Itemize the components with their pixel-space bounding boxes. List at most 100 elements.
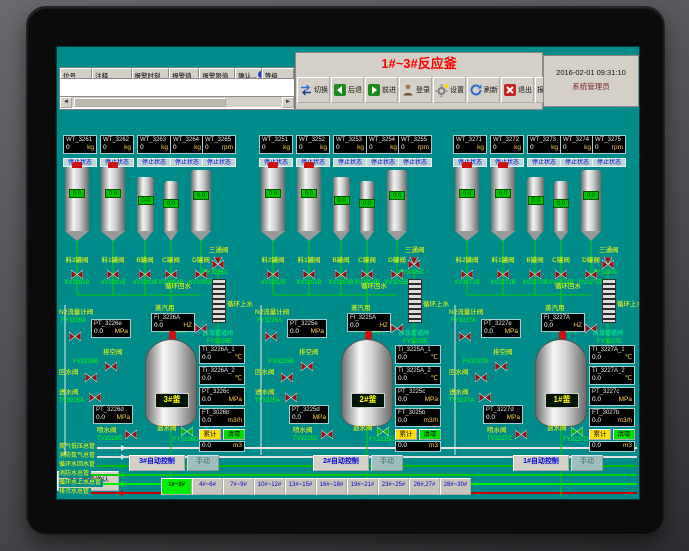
agitator-box: FI_3225A0.0HZ [347,313,391,332]
feed-valve-2[interactable] [139,267,151,279]
vent-valve[interactable] [495,359,507,371]
spray-valve[interactable] [321,427,333,439]
feed-valve-3[interactable] [165,267,177,279]
datetime-text: 2016-02-01 09:31:10 [544,68,638,77]
outlet-valve[interactable] [571,424,583,436]
nav-button-9[interactable]: 28#~30# [440,478,471,495]
feeder-weight-box-4-value: 0 [401,144,405,152]
back-button[interactable]: 后退 [331,77,364,103]
scrollbar-thumb[interactable] [74,98,226,107]
nav-button-7[interactable]: 23#~25# [378,478,409,495]
vent-valve[interactable] [301,359,313,371]
forward-button[interactable]: 前进 [365,77,398,103]
alarm-column-1[interactable]: 注释 [92,68,131,79]
three-way-valve[interactable] [212,257,224,269]
clear-button[interactable]: 清零 [419,429,441,440]
totalizer-button[interactable]: 累计 [589,429,611,440]
tank-cap [498,162,508,168]
totalizer-button[interactable]: 累计 [395,429,417,440]
feed-valve-1[interactable] [107,267,119,279]
return-valve[interactable] [281,370,293,382]
inlet-valve[interactable] [479,390,491,402]
agitator-box-tag: FI_3225A [348,314,390,322]
feeder-weight-box-2-value-row: 0kg [334,144,366,153]
vent-valve[interactable] [105,359,117,371]
n2-flow-valve[interactable] [265,329,277,341]
feeder-weight-box-0-unit: kg [477,144,484,152]
alarm-column-0[interactable]: 位号 [60,68,92,79]
alarm-column-4[interactable]: 报警限值 [199,68,235,79]
outlet-valve[interactable] [181,424,193,436]
feeder-weight-box-0-tag: WT_3251 [260,136,292,144]
totalizer-box-value-row: 0.0m3 [396,442,440,451]
n2-flow-valve[interactable] [69,329,81,341]
outlet-valve[interactable] [377,424,389,436]
switch-button-label: 切换 [314,85,328,95]
feed-valve-0[interactable] [267,267,279,279]
inlet-valve[interactable] [285,390,297,402]
nav-button-2[interactable]: 7#~9# [223,478,254,495]
nav-button-6[interactable]: 19#~21# [347,478,378,495]
back-icon [333,83,347,97]
nav-button-5[interactable]: 16#~18# [316,478,347,495]
three-way-valve[interactable] [602,257,614,269]
alarm-column-6[interactable]: 等级 [262,68,294,79]
feed-tank-3: 0.0 [164,181,178,241]
spray-valve[interactable] [515,427,527,439]
feeder-weight-box-2-value: 0 [336,144,340,152]
scroll-right-icon[interactable]: ► [282,97,294,108]
temp-box-2-tag: TI_3225A_2 [396,367,440,375]
tank-cone [554,231,568,241]
alarm-column-2[interactable]: 报警时刻 [132,68,170,79]
nav-button-0[interactable]: 1#~3# [161,478,192,495]
exit-button[interactable]: 退出 [501,77,534,103]
alarm-column-5[interactable]: 确认... [235,68,262,79]
auto-control-button-3#[interactable]: 3#自动控制 [129,455,185,471]
nav-button-3[interactable]: 10#~12# [254,478,285,495]
manual-mode-button-1#[interactable]: 手动 [571,455,603,471]
return-valve[interactable] [85,370,97,382]
feed-valve-3[interactable] [361,267,373,279]
feed-valve-1[interactable] [497,267,509,279]
vent-valve-label: 排空阀 [103,349,123,356]
feed-valve-1[interactable] [303,267,315,279]
clear-button[interactable]: 清零 [613,429,635,440]
inlet-valve-label: 进水阀 [449,389,469,396]
inlet-valve[interactable] [89,390,101,402]
reactor-label: 2#釜 [351,393,385,408]
feeder-weight-box-2-value: 0 [530,144,534,152]
feed-valve-0[interactable] [461,267,473,279]
auto-control-button-2#[interactable]: 2#自动控制 [313,455,369,471]
return-valve[interactable] [475,370,487,382]
login-button[interactable]: 登录 [399,77,432,103]
feeder-weight-box-2: WT_32530kg [333,135,367,154]
scroll-left-icon[interactable]: ◄ [60,97,72,108]
feeder-weight-box-4-value-row: 0rpm [203,144,235,153]
feed-valve-0[interactable] [71,267,83,279]
feeder-weight-box-3-tag: WT_3274 [561,136,593,144]
auto-control-button-1#[interactable]: 1#自动控制 [513,455,569,471]
nav-button-8[interactable]: 26#,27# [409,478,440,495]
n2-flow-valve[interactable] [459,329,471,341]
feed-valve-2[interactable] [529,267,541,279]
flow-box-right-value-row: 0.0m3/h [396,417,440,426]
outlet-valve-tag: FY3227D [563,437,588,444]
nav-button-4[interactable]: 13#~15# [285,478,316,495]
flow-box-right-unit: m3/h [228,417,242,425]
refresh-button[interactable]: 刷新 [467,77,500,103]
switch-button[interactable]: 切换 [297,77,330,103]
alarm-scrollbar[interactable]: ◄ ► [60,96,294,107]
feed-valve-2[interactable] [335,267,347,279]
manual-mode-button-2#[interactable]: 手动 [371,455,403,471]
feeder-weight-box-1: WT_32520kg [296,135,330,154]
alarm-column-3[interactable]: 报警值 [169,68,199,79]
three-way-valve[interactable] [408,257,420,269]
feeder-status-label-2: 停止状态 [527,158,561,167]
spray-valve[interactable] [125,427,137,439]
settings-button[interactable]: 设置 [433,77,466,103]
totalizer-button[interactable]: 累计 [199,429,221,440]
feed-valve-3[interactable] [555,267,567,279]
clear-button[interactable]: 清零 [223,429,245,440]
manual-mode-button-3#[interactable]: 手动 [187,455,219,471]
nav-button-1[interactable]: 4#~6# [192,478,223,495]
